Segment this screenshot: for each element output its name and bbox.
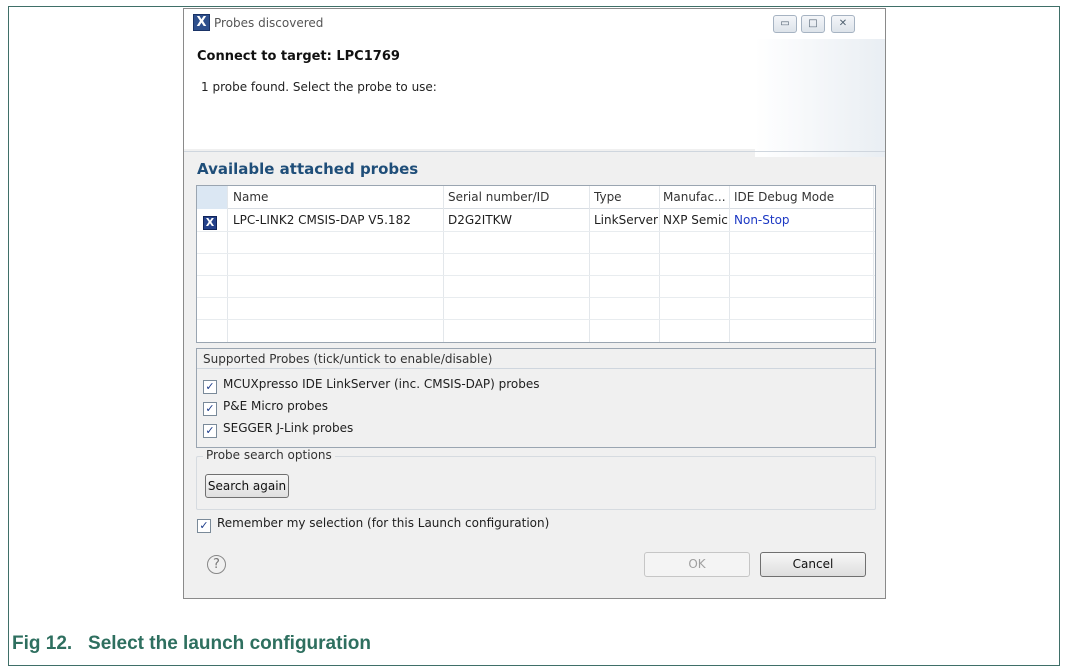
column-header-debug-mode[interactable]: IDE Debug Mode — [734, 186, 834, 208]
table-header: Name Serial number/ID Type Manufac... ID… — [197, 186, 875, 209]
checkbox-checked-icon[interactable]: ✓ — [203, 402, 217, 416]
probe-icon: X — [203, 216, 217, 230]
window-title: Probes discovered — [214, 16, 324, 30]
minimize-button[interactable]: ▭ — [773, 15, 797, 33]
probes-dialog: X Probes discovered ▭ □ ✕ Connect to tar… — [183, 8, 886, 599]
ok-button[interactable]: OK — [644, 552, 750, 577]
title-bar: X Probes discovered ▭ □ ✕ — [184, 9, 885, 39]
checkbox-segger[interactable]: ✓ SEGGER J-Link probes — [203, 418, 353, 438]
probe-table: Name Serial number/ID Type Manufac... ID… — [196, 185, 876, 343]
search-again-button[interactable]: Search again — [205, 474, 289, 498]
checkbox-linkserver[interactable]: ✓ MCUXpresso IDE LinkServer (inc. CMSIS-D… — [203, 374, 540, 394]
header-decoration — [755, 39, 885, 157]
search-options-legend: Probe search options — [203, 448, 335, 462]
header-divider — [184, 151, 885, 152]
row-divider — [197, 275, 875, 276]
remember-selection-checkbox[interactable]: ✓ Remember my selection (for this Launch … — [197, 513, 549, 533]
close-button[interactable]: ✕ — [831, 15, 855, 33]
row-divider — [197, 231, 875, 232]
supported-probes-panel: Supported Probes (tick/untick to enable/… — [196, 348, 876, 448]
column-header-serial[interactable]: Serial number/ID — [448, 186, 549, 208]
checkbox-label: P&E Micro probes — [223, 399, 328, 413]
probe-debug-mode[interactable]: Non-Stop — [734, 209, 864, 231]
row-divider — [197, 253, 875, 254]
help-icon[interactable]: ? — [207, 555, 226, 574]
checkbox-checked-icon[interactable]: ✓ — [197, 519, 211, 533]
probe-type: LinkServer — [594, 213, 658, 227]
checkbox-label: MCUXpresso IDE LinkServer (inc. CMSIS-DA… — [223, 377, 540, 391]
checkbox-checked-icon[interactable]: ✓ — [203, 424, 217, 438]
cancel-button[interactable]: Cancel — [760, 552, 866, 577]
probe-name: LPC-LINK2 CMSIS-DAP V5.182 — [233, 213, 411, 227]
checkbox-label: SEGGER J-Link probes — [223, 421, 354, 435]
select-column-header[interactable] — [197, 186, 227, 209]
column-header-manufacturer[interactable]: Manufac... — [663, 186, 726, 208]
checkbox-checked-icon[interactable]: ✓ — [203, 380, 217, 394]
app-logo-icon: X — [193, 14, 210, 31]
row-divider — [197, 297, 875, 298]
supported-probes-heading: Supported Probes (tick/untick to enable/… — [197, 349, 875, 369]
remember-selection-label: Remember my selection (for this Launch c… — [217, 516, 550, 530]
checkbox-pemicro[interactable]: ✓ P&E Micro probes — [203, 396, 328, 416]
section-title: Available attached probes — [197, 160, 419, 178]
probe-search-options: Probe search options Search again — [196, 448, 876, 510]
connect-title: Connect to target: LPC1769 — [197, 49, 400, 64]
probe-manufacturer: NXP Semic — [663, 213, 728, 227]
row-divider — [197, 319, 875, 320]
column-header-type[interactable]: Type — [594, 186, 622, 208]
probe-serial: D2G2ITKW — [448, 213, 512, 227]
connect-message: 1 probe found. Select the probe to use: — [201, 80, 437, 94]
column-header-name[interactable]: Name — [233, 186, 268, 208]
maximize-button[interactable]: □ — [801, 15, 825, 33]
figure-caption: Fig 12. Select the launch configuration — [12, 633, 371, 654]
